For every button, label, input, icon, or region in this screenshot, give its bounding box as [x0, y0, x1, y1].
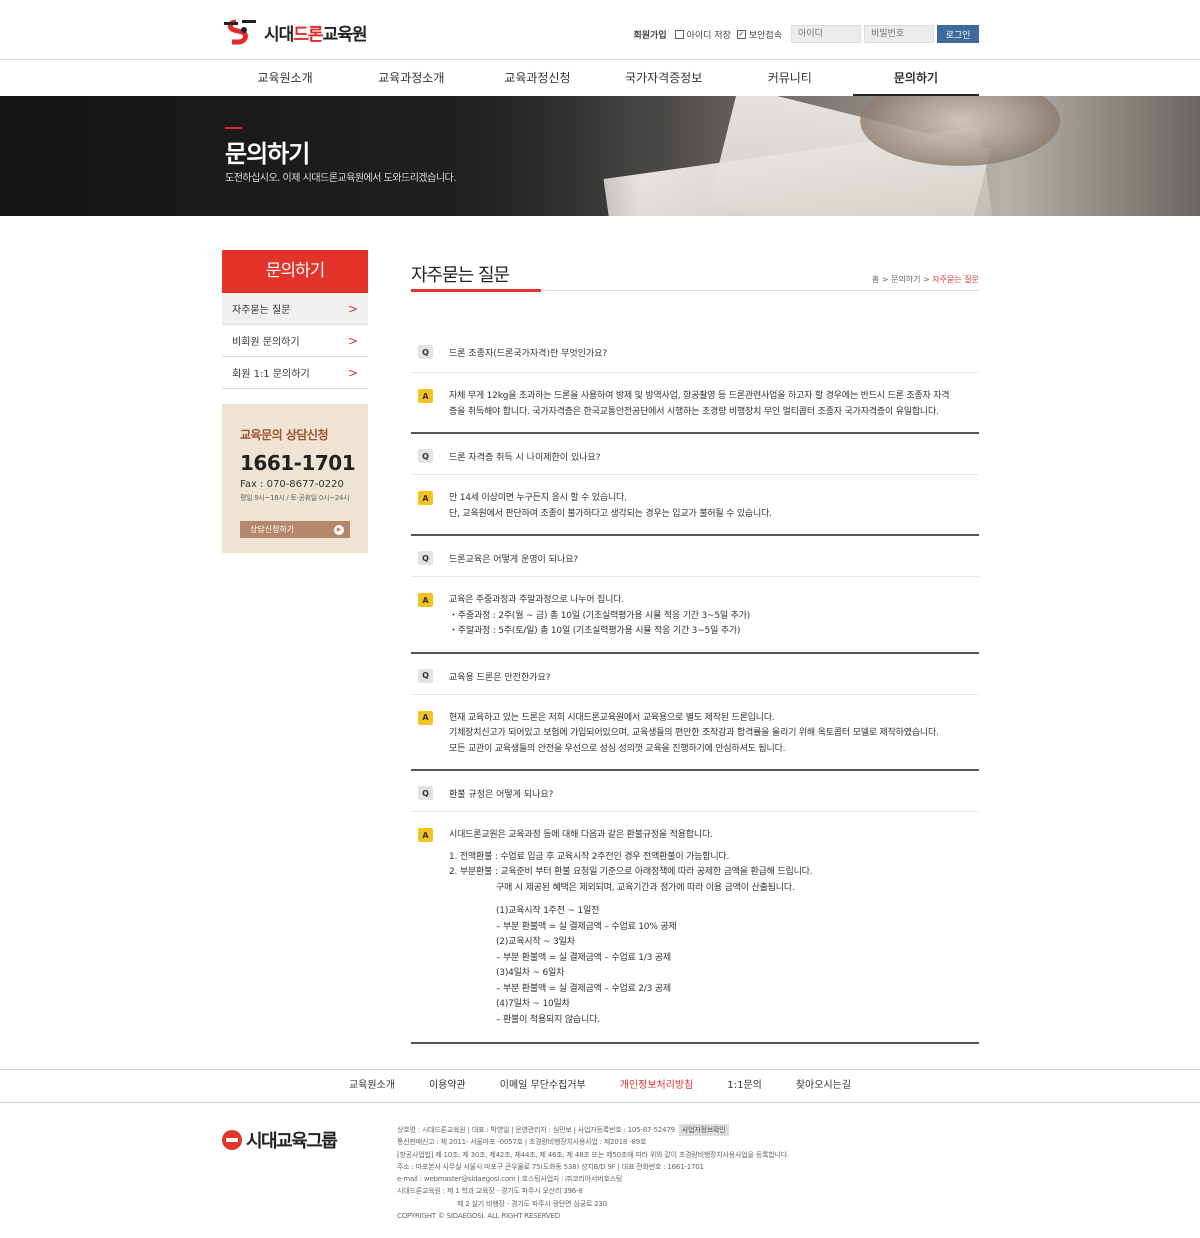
- title-divider-accent: [411, 289, 541, 292]
- faq-answer: A 시대드론교원은 교육과정 등에 대해 다음과 같은 환불규정을 적용합니다.…: [411, 812, 979, 1044]
- chevron-right-icon: >: [347, 301, 358, 316]
- nav-license-info[interactable]: 국가자격증정보: [601, 61, 727, 96]
- user-id-input[interactable]: [791, 25, 861, 43]
- breadcrumb-current: 자주묻는 질문: [932, 275, 979, 284]
- answer-badge: A: [418, 593, 433, 607]
- join-link[interactable]: 회원가입: [633, 28, 666, 41]
- footer-navigation: 교육원소개 이용약관 이메일 무단수집거부 개인정보처리방침 1:1문의 찾아오…: [0, 1069, 1200, 1103]
- footer-link-directions[interactable]: 찾아오시는길: [796, 1070, 851, 1102]
- nav-apply[interactable]: 교육과정신청: [474, 61, 600, 96]
- login-button[interactable]: 로그인: [937, 25, 979, 43]
- counsel-hours: 평일 9시~18시 / 토·공휴일 0시~24시: [240, 494, 350, 502]
- breadcrumb-home[interactable]: 홈: [872, 275, 879, 284]
- business-info-button[interactable]: 사업자정보확인: [678, 1124, 729, 1137]
- counsel-fax: Fax : 070-8677-0220: [240, 479, 344, 490]
- breadcrumb-level1[interactable]: 문의하기: [891, 275, 920, 284]
- faq-question[interactable]: Q 드론 자격증 취득 시 나이제한이 있나요?: [411, 432, 979, 475]
- secure-login-checkbox[interactable]: ✓ 보안접속: [736, 28, 782, 41]
- counsel-phone: 1661-1701: [240, 451, 356, 475]
- footer-info: 상호명 : 시대드론교육원 | 대표 : 박영일 | 운영관리자 : 심민보 |…: [397, 1124, 789, 1221]
- answer-badge: A: [418, 389, 433, 403]
- chevron-right-icon: >: [347, 333, 358, 348]
- group-logo-icon: [222, 1130, 242, 1150]
- banner-title: 문의하기: [225, 140, 310, 168]
- side-menu-item-member-inquiry[interactable]: 회원 1:1 문의하기 >: [222, 357, 368, 389]
- main-navigation: 교육원소개 교육과정소개 교육과정신청 국가자격증정보 커뮤니티 문의하기: [222, 61, 980, 96]
- faq-question[interactable]: Q 드론교육은 어떻게 운영이 되나요?: [411, 534, 979, 577]
- checkbox-icon: [674, 29, 684, 39]
- answer-badge: A: [418, 710, 433, 725]
- nav-inquiry[interactable]: 문의하기: [852, 61, 980, 96]
- question-badge: Q: [418, 449, 433, 463]
- page-title: 자주묻는 질문: [411, 265, 510, 286]
- banner-accent-bar: [225, 127, 242, 129]
- breadcrumb: 홈 > 문의하기 > 자주묻는 질문: [871, 275, 979, 284]
- password-input[interactable]: [864, 25, 934, 43]
- faq-question[interactable]: Q 드론 조종자(드론국가자격)란 무엇인가요?: [411, 330, 979, 373]
- utility-bar: 회원가입 아이디 저장 ✓보안접속 로그인: [633, 25, 979, 43]
- play-icon: ▶: [334, 524, 344, 535]
- counsel-title: 교육문의 상담신청: [240, 428, 329, 442]
- chevron-right-icon: >: [347, 365, 358, 380]
- nav-about[interactable]: 교육원소개: [222, 61, 348, 96]
- banner-overlay: [0, 96, 640, 216]
- footer-link-privacy[interactable]: 개인정보처리방침: [620, 1070, 694, 1102]
- side-menu-title: 문의하기: [222, 250, 368, 293]
- footer-logo: 시대교육그룹: [222, 1127, 338, 1153]
- site-logo[interactable]: 시대드론교육원: [222, 16, 367, 48]
- faq-answer: A 자체 무게 12kg을 초과하는 드론을 사용하여 방제 및 방역사업, 항…: [411, 373, 979, 432]
- site-header: 시대드론교육원 회원가입 아이디 저장 ✓보안접속 로그인: [0, 0, 1200, 60]
- side-menu-item-guest-inquiry[interactable]: 비회원 문의하기 >: [222, 325, 368, 357]
- faq-question[interactable]: Q 환불 규정은 어떻게 되나요?: [411, 769, 979, 812]
- side-menu: 문의하기 자주묻는 질문 > 비회원 문의하기 > 회원 1:1 문의하기 >: [222, 250, 368, 389]
- site-logo-text: 시대드론교육원: [264, 24, 367, 45]
- nav-community[interactable]: 커뮤니티: [727, 61, 853, 96]
- save-id-checkbox[interactable]: 아이디 저장: [674, 28, 731, 41]
- counsel-apply-button[interactable]: 상담신청하기 ▶: [240, 521, 350, 538]
- faq-question[interactable]: Q 교육용 드론은 안전한가요?: [411, 651, 979, 695]
- sub-banner: 문의하기 도전하십시오. 이제 시대드론교육원에서 도와드리겠습니다.: [0, 96, 1200, 216]
- faq-answer: A 만 14세 이상이면 누구든지 응시 할 수 있습니다. 단, 교육원에서 판…: [411, 475, 979, 534]
- nav-courses[interactable]: 교육과정소개: [348, 61, 474, 96]
- question-badge: Q: [418, 345, 433, 359]
- faq-list: Q 드론 조종자(드론국가자격)란 무엇인가요? A 자체 무게 12kg을 초과…: [411, 330, 979, 1044]
- footer-link-inquiry[interactable]: 1:1문의: [727, 1070, 762, 1102]
- question-badge: Q: [418, 668, 433, 683]
- answer-badge: A: [418, 828, 433, 842]
- footer-link-email-policy[interactable]: 이메일 무단수집거부: [500, 1070, 586, 1102]
- question-badge: Q: [418, 551, 433, 565]
- checkbox-checked-icon: ✓: [736, 29, 746, 39]
- side-menu-item-faq[interactable]: 자주묻는 질문 >: [222, 293, 368, 325]
- footer-link-terms[interactable]: 이용약관: [429, 1070, 466, 1102]
- banner-subtitle: 도전하십시오. 이제 시대드론교육원에서 도와드리겠습니다.: [225, 173, 456, 184]
- question-badge: Q: [418, 786, 433, 800]
- answer-badge: A: [418, 491, 433, 505]
- drone-logo-icon: [222, 16, 262, 48]
- counsel-box: 교육문의 상담신청 1661-1701 Fax : 070-8677-0220 …: [222, 404, 368, 553]
- faq-answer: A 현재 교육하고 있는 드론은 저희 시대드론교육원에서 교육용으로 별도 제…: [411, 695, 979, 770]
- footer-link-about[interactable]: 교육원소개: [349, 1070, 395, 1102]
- faq-answer: A 교육은 주중과정과 주말과정으로 나누어 집니다. ・주중과정 : 2주(월 …: [411, 577, 979, 652]
